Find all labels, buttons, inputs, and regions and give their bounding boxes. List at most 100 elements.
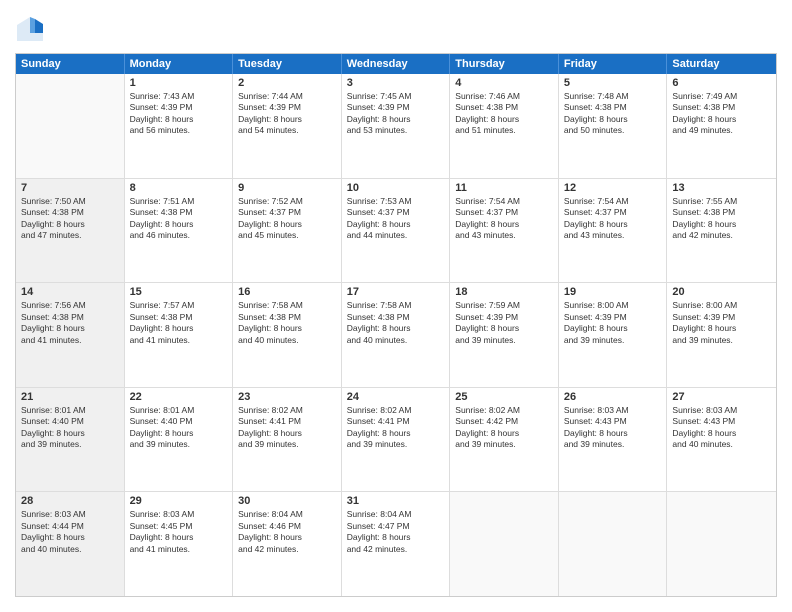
cell-info: Sunrise: 7:45 AM Sunset: 4:39 PM Dayligh…: [347, 91, 445, 137]
cal-cell-1-0: 7Sunrise: 7:50 AM Sunset: 4:38 PM Daylig…: [16, 179, 125, 283]
day-number: 11: [455, 182, 553, 194]
cal-row-4: 28 Sunrise: 8:03 AM Sunset: 4:44 PM Dayli…: [16, 492, 776, 596]
cal-cell-4-6: [667, 492, 776, 596]
cal-cell-3-5: 26Sunrise: 8:03 AM Sunset: 4:43 PM Dayli…: [559, 388, 668, 492]
cell-info: Sunrise: 7:53 AM Sunset: 4:37 PM Dayligh…: [347, 196, 445, 242]
day-number: 21: [21, 391, 119, 403]
cal-cell-4-5: [559, 492, 668, 596]
cell-info: Sunrise: 7:54 AM Sunset: 4:37 PM Dayligh…: [564, 196, 662, 242]
cell-info: Sunrise: 7:58 AM Sunset: 4:38 PM Dayligh…: [238, 300, 336, 346]
header-day-tuesday: Tuesday: [233, 54, 342, 74]
calendar: SundayMondayTuesdayWednesdayThursdayFrid…: [15, 53, 777, 597]
header-day-monday: Monday: [125, 54, 234, 74]
cell-info: Sunrise: 7:54 AM Sunset: 4:37 PM Dayligh…: [455, 196, 553, 242]
cell-info: Sunrise: 7:46 AM Sunset: 4:38 PM Dayligh…: [455, 91, 553, 137]
cell-info: Sunrise: 8:01 AM Sunset: 4:40 PM Dayligh…: [21, 405, 119, 451]
cal-row-3: 21 Sunrise: 8:01 AM Sunset: 4:40 PM Dayli…: [16, 388, 776, 493]
day-number: 27: [672, 391, 771, 403]
cell-info: Sunrise: 7:57 AM Sunset: 4:38 PM Dayligh…: [130, 300, 228, 346]
cal-cell-0-3: 3 Sunrise: 7:45 AM Sunset: 4:39 PM Daylig…: [342, 74, 451, 178]
cell-info: Sunrise: 7:55 AM Sunset: 4:38 PM Dayligh…: [672, 196, 771, 242]
day-number: 17: [347, 286, 445, 298]
day-number: 4: [455, 77, 553, 89]
cal-cell-2-5: 19Sunrise: 8:00 AM Sunset: 4:39 PM Dayli…: [559, 283, 668, 387]
cal-cell-3-2: 23 Sunrise: 8:02 AM Sunset: 4:41 PM Dayli…: [233, 388, 342, 492]
cal-cell-4-3: 31 Sunrise: 8:04 AM Sunset: 4:47 PM Dayli…: [342, 492, 451, 596]
cal-cell-0-1: 1 Sunrise: 7:43 AM Sunset: 4:39 PM Daylig…: [125, 74, 234, 178]
day-number: 15: [130, 286, 228, 298]
cal-cell-2-4: 18 Sunrise: 7:59 AM Sunset: 4:39 PM Dayli…: [450, 283, 559, 387]
cal-cell-3-1: 22Sunrise: 8:01 AM Sunset: 4:40 PM Dayli…: [125, 388, 234, 492]
cell-info: Sunrise: 8:02 AM Sunset: 4:42 PM Dayligh…: [455, 405, 553, 451]
cal-row-0: 1 Sunrise: 7:43 AM Sunset: 4:39 PM Daylig…: [16, 74, 776, 179]
day-number: 31: [347, 495, 445, 507]
cell-info: Sunrise: 7:56 AM Sunset: 4:38 PM Dayligh…: [21, 300, 119, 346]
day-number: 23: [238, 391, 336, 403]
day-number: 29: [130, 495, 228, 507]
cal-cell-2-3: 17 Sunrise: 7:58 AM Sunset: 4:38 PM Dayli…: [342, 283, 451, 387]
cal-cell-0-0: [16, 74, 125, 178]
header-day-saturday: Saturday: [667, 54, 776, 74]
calendar-body: 1 Sunrise: 7:43 AM Sunset: 4:39 PM Daylig…: [16, 74, 776, 596]
day-number: 18: [455, 286, 553, 298]
cal-cell-3-0: 21 Sunrise: 8:01 AM Sunset: 4:40 PM Dayli…: [16, 388, 125, 492]
cal-cell-0-5: 5 Sunrise: 7:48 AM Sunset: 4:38 PM Daylig…: [559, 74, 668, 178]
cell-info: Sunrise: 8:02 AM Sunset: 4:41 PM Dayligh…: [238, 405, 336, 451]
header-day-sunday: Sunday: [16, 54, 125, 74]
day-number: 7: [21, 182, 119, 194]
day-number: 19: [564, 286, 662, 298]
cal-cell-1-4: 11 Sunrise: 7:54 AM Sunset: 4:37 PM Dayli…: [450, 179, 559, 283]
cell-info: Sunrise: 7:44 AM Sunset: 4:39 PM Dayligh…: [238, 91, 336, 137]
day-number: 14: [21, 286, 119, 298]
cell-info: Sunrise: 8:03 AM Sunset: 4:44 PM Dayligh…: [21, 509, 119, 555]
day-number: 13: [672, 182, 771, 194]
calendar-header: SundayMondayTuesdayWednesdayThursdayFrid…: [16, 54, 776, 74]
day-number: 25: [455, 391, 553, 403]
cell-info: Sunrise: 8:03 AM Sunset: 4:43 PM Dayligh…: [672, 405, 771, 451]
cell-info: Sunrise: 8:04 AM Sunset: 4:47 PM Dayligh…: [347, 509, 445, 555]
header-day-thursday: Thursday: [450, 54, 559, 74]
header-day-friday: Friday: [559, 54, 668, 74]
cell-info: Sunrise: 7:51 AM Sunset: 4:38 PM Dayligh…: [130, 196, 228, 242]
day-number: 16: [238, 286, 336, 298]
cal-cell-1-6: 13 Sunrise: 7:55 AM Sunset: 4:38 PM Dayli…: [667, 179, 776, 283]
cell-info: Sunrise: 7:43 AM Sunset: 4:39 PM Dayligh…: [130, 91, 228, 137]
cal-cell-0-4: 4 Sunrise: 7:46 AM Sunset: 4:38 PM Daylig…: [450, 74, 559, 178]
day-number: 3: [347, 77, 445, 89]
cal-row-2: 14 Sunrise: 7:56 AM Sunset: 4:38 PM Dayli…: [16, 283, 776, 388]
cal-cell-3-6: 27 Sunrise: 8:03 AM Sunset: 4:43 PM Dayli…: [667, 388, 776, 492]
day-number: 12: [564, 182, 662, 194]
cell-info: Sunrise: 8:03 AM Sunset: 4:45 PM Dayligh…: [130, 509, 228, 555]
cal-cell-4-1: 29 Sunrise: 8:03 AM Sunset: 4:45 PM Dayli…: [125, 492, 234, 596]
cell-info: Sunrise: 7:58 AM Sunset: 4:38 PM Dayligh…: [347, 300, 445, 346]
cell-info: Sunrise: 7:59 AM Sunset: 4:39 PM Dayligh…: [455, 300, 553, 346]
day-number: 6: [672, 77, 771, 89]
header-day-wednesday: Wednesday: [342, 54, 451, 74]
generalblue-icon: [15, 15, 45, 43]
cell-info: Sunrise: 8:01 AM Sunset: 4:40 PM Dayligh…: [130, 405, 228, 451]
day-number: 24: [347, 391, 445, 403]
cell-info: Sunrise: 8:00 AM Sunset: 4:39 PM Dayligh…: [672, 300, 771, 346]
page: SundayMondayTuesdayWednesdayThursdayFrid…: [0, 0, 792, 612]
day-number: 20: [672, 286, 771, 298]
cal-row-1: 7Sunrise: 7:50 AM Sunset: 4:38 PM Daylig…: [16, 179, 776, 284]
day-number: 5: [564, 77, 662, 89]
cal-cell-1-5: 12 Sunrise: 7:54 AM Sunset: 4:37 PM Dayli…: [559, 179, 668, 283]
cal-cell-2-2: 16 Sunrise: 7:58 AM Sunset: 4:38 PM Dayli…: [233, 283, 342, 387]
day-number: 8: [130, 182, 228, 194]
day-number: 28: [21, 495, 119, 507]
cell-info: Sunrise: 8:02 AM Sunset: 4:41 PM Dayligh…: [347, 405, 445, 451]
day-number: 10: [347, 182, 445, 194]
cal-cell-2-1: 15 Sunrise: 7:57 AM Sunset: 4:38 PM Dayli…: [125, 283, 234, 387]
header: [15, 15, 777, 43]
cell-info: Sunrise: 7:52 AM Sunset: 4:37 PM Dayligh…: [238, 196, 336, 242]
day-number: 1: [130, 77, 228, 89]
cal-cell-3-4: 25 Sunrise: 8:02 AM Sunset: 4:42 PM Dayli…: [450, 388, 559, 492]
cell-info: Sunrise: 7:49 AM Sunset: 4:38 PM Dayligh…: [672, 91, 771, 137]
cell-info: Sunrise: 8:04 AM Sunset: 4:46 PM Dayligh…: [238, 509, 336, 555]
cal-cell-4-2: 30Sunrise: 8:04 AM Sunset: 4:46 PM Dayli…: [233, 492, 342, 596]
cell-info: Sunrise: 7:48 AM Sunset: 4:38 PM Dayligh…: [564, 91, 662, 137]
day-number: 26: [564, 391, 662, 403]
cal-cell-4-0: 28 Sunrise: 8:03 AM Sunset: 4:44 PM Dayli…: [16, 492, 125, 596]
cal-cell-3-3: 24 Sunrise: 8:02 AM Sunset: 4:41 PM Dayli…: [342, 388, 451, 492]
